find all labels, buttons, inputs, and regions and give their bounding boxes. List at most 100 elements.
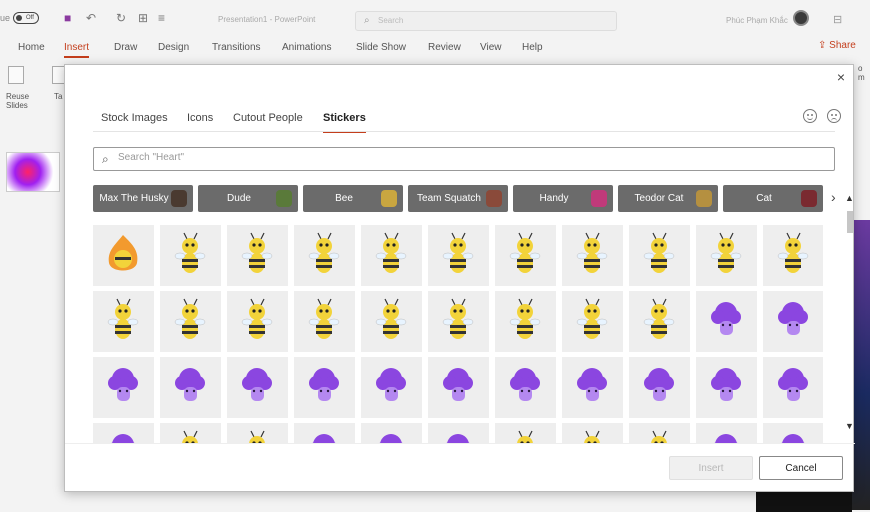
tab-cutout-people[interactable]: Cutout People <box>233 112 303 124</box>
chevron-right-icon[interactable]: › <box>831 189 836 205</box>
tab-view[interactable]: View <box>480 40 502 58</box>
category-chip[interactable]: Teodor Cat <box>618 185 718 212</box>
frown-feedback-icon[interactable] <box>827 109 841 123</box>
sticker-tile[interactable] <box>227 291 288 352</box>
sticker-tile[interactable] <box>562 291 623 352</box>
sticker-tile[interactable] <box>629 291 690 352</box>
grid-scrollbar[interactable]: ▲ ▼ <box>845 185 855 443</box>
slide-thumbnail[interactable] <box>6 152 60 192</box>
tab-home[interactable]: Home <box>18 40 45 58</box>
category-chip[interactable]: Bee <box>303 185 403 212</box>
tab-draw[interactable]: Draw <box>114 40 137 58</box>
sticker-tile[interactable] <box>361 225 422 286</box>
user-name[interactable]: Phúc Phạm Khắc <box>726 16 788 25</box>
tab-animations[interactable]: Animations <box>282 40 331 58</box>
share-button[interactable]: ⇪ Share <box>818 40 856 51</box>
smile-feedback-icon[interactable] <box>803 109 817 123</box>
title-search-box[interactable]: ⌕ Search <box>355 11 617 31</box>
sticker-tile[interactable] <box>93 423 154 443</box>
sticker-tile[interactable] <box>227 357 288 418</box>
sticker-tile[interactable] <box>294 423 355 443</box>
category-chip[interactable]: Dude <box>198 185 298 212</box>
sticker-tile[interactable] <box>361 291 422 352</box>
right-label-2: m <box>858 73 865 82</box>
sticker-tile[interactable] <box>160 423 221 443</box>
sticker-tile[interactable] <box>629 423 690 443</box>
ribbon-display-icon[interactable]: ⊟ <box>833 13 842 26</box>
sticker-search[interactable]: ⌕ <box>93 147 835 171</box>
sticker-tile[interactable] <box>93 225 154 286</box>
bee-sticker-icon <box>241 298 273 339</box>
sticker-tile[interactable] <box>696 291 757 352</box>
sticker-tile[interactable] <box>160 225 221 286</box>
tab-icons[interactable]: Icons <box>187 112 213 124</box>
sticker-tile[interactable] <box>361 357 422 418</box>
sticker-tile[interactable] <box>629 225 690 286</box>
tab-slide-show[interactable]: Slide Show <box>356 40 406 58</box>
redo-icon[interactable]: ↻ <box>116 11 126 25</box>
scroll-thumb[interactable] <box>847 211 853 233</box>
presentation-icon[interactable]: ⊞ <box>138 11 148 25</box>
undo-icon[interactable]: ↶ <box>86 11 96 25</box>
category-chip[interactable]: Team Squatch <box>408 185 508 212</box>
customize-icon[interactable]: ≡ <box>158 11 165 25</box>
sticker-tile[interactable] <box>696 225 757 286</box>
sticker-tile[interactable] <box>294 291 355 352</box>
sticker-tile[interactable] <box>428 423 489 443</box>
sticker-tile[interactable] <box>160 291 221 352</box>
tab-design[interactable]: Design <box>158 40 189 58</box>
sticker-tile[interactable] <box>763 357 823 418</box>
sticker-tile[interactable] <box>495 357 556 418</box>
sticker-tile[interactable] <box>763 291 823 352</box>
save-icon[interactable]: ■ <box>64 11 71 25</box>
sticker-tile[interactable] <box>629 357 690 418</box>
purple-character-sticker-icon <box>711 302 741 335</box>
category-thumbnail-icon <box>486 190 502 207</box>
tab-review[interactable]: Review <box>428 40 461 58</box>
sticker-tile[interactable] <box>227 225 288 286</box>
sticker-search-input[interactable] <box>118 152 718 163</box>
sticker-tile[interactable] <box>495 291 556 352</box>
sticker-tile[interactable] <box>495 225 556 286</box>
sticker-tile[interactable] <box>294 357 355 418</box>
tab-stickers[interactable]: Stickers <box>323 112 366 133</box>
sticker-tile[interactable] <box>93 357 154 418</box>
sticker-tile[interactable] <box>361 423 422 443</box>
scroll-down-icon[interactable]: ▼ <box>845 421 854 431</box>
tab-insert[interactable]: Insert <box>64 40 90 58</box>
sticker-tile[interactable] <box>562 423 623 443</box>
reuse-slides-icon[interactable] <box>8 66 24 84</box>
close-button[interactable]: × <box>837 69 845 85</box>
autosave-toggle[interactable]: Off <box>13 12 40 24</box>
bee-sticker-icon <box>308 232 340 273</box>
category-chip[interactable]: Max The Husky <box>93 185 193 212</box>
bee-sticker-icon <box>375 298 407 339</box>
tab-transitions[interactable]: Transitions <box>212 40 261 58</box>
bee-sticker-icon <box>576 298 608 339</box>
category-chip[interactable]: Handy <box>513 185 613 212</box>
cancel-button[interactable]: Cancel <box>759 456 843 480</box>
tab-stock-images[interactable]: Stock Images <box>101 112 168 124</box>
sticker-tile[interactable] <box>763 423 823 443</box>
sticker-tile[interactable] <box>562 225 623 286</box>
sticker-tile[interactable] <box>227 423 288 443</box>
reuse-slides-button[interactable]: Reuse Slides <box>6 92 29 110</box>
sticker-tile[interactable] <box>696 357 757 418</box>
insert-button[interactable]: Insert <box>669 456 753 480</box>
sticker-tile[interactable] <box>562 357 623 418</box>
category-chip[interactable]: Cat <box>723 185 823 212</box>
autosave[interactable]: ue Off <box>0 12 40 24</box>
avatar[interactable] <box>793 10 809 26</box>
sticker-tile[interactable] <box>160 357 221 418</box>
sticker-tile[interactable] <box>294 225 355 286</box>
tab-help[interactable]: Help <box>522 40 543 58</box>
sticker-tile[interactable] <box>93 291 154 352</box>
sticker-tile[interactable] <box>763 225 823 286</box>
sticker-tile[interactable] <box>428 291 489 352</box>
sticker-tile[interactable] <box>428 225 489 286</box>
sticker-tile[interactable] <box>696 423 757 443</box>
sticker-tile[interactable] <box>495 423 556 443</box>
scroll-up-icon[interactable]: ▲ <box>845 193 854 203</box>
sticker-tile[interactable] <box>428 357 489 418</box>
document-title: Presentation1 - PowerPoint <box>218 15 316 24</box>
